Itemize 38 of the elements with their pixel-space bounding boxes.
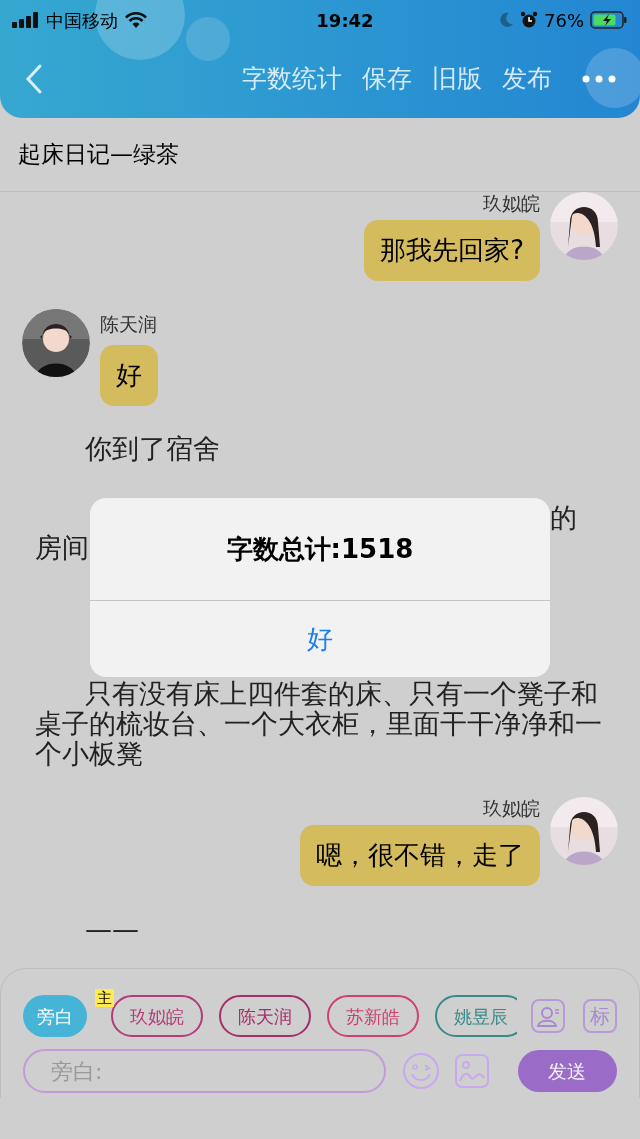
back-icon[interactable] xyxy=(24,63,44,95)
role-chip[interactable]: 陈天润 xyxy=(219,995,311,1037)
speaker-name: 陈天润 xyxy=(100,313,157,335)
nav-action[interactable]: 保存 xyxy=(362,60,412,98)
ok-button[interactable]: 好 xyxy=(90,601,550,677)
tag-button[interactable]: 标 xyxy=(583,999,617,1033)
nav-action[interactable]: 旧版 xyxy=(432,60,482,98)
emoji-icon[interactable] xyxy=(401,1052,440,1090)
role-chip[interactable]: 旁白 xyxy=(23,995,87,1037)
message-bubble: 好 xyxy=(100,345,158,406)
wifi-icon xyxy=(124,11,148,29)
battery-icon xyxy=(590,11,628,29)
nav-action[interactable]: 字数统计 xyxy=(242,60,342,98)
nav-action[interactable]: 发布 xyxy=(502,60,552,98)
speaker-name: 玖姒皖 xyxy=(483,797,540,819)
carrier-name: 中国移动 xyxy=(46,8,118,33)
alarm-icon xyxy=(520,11,538,29)
more-icon[interactable] xyxy=(582,75,616,83)
narration-text: 房间 xyxy=(35,533,89,563)
battery-level: 76% xyxy=(544,8,584,33)
send-button[interactable]: 发送 xyxy=(517,1050,617,1092)
signal-icon xyxy=(12,12,40,28)
role-chip[interactable]: 姚昱辰 xyxy=(435,995,517,1037)
main-role-badge: 主 xyxy=(95,989,114,1007)
narration-text: 的 xyxy=(550,503,578,533)
speaker-name: 玖姒皖 xyxy=(483,192,540,214)
status-time: 19:42 xyxy=(315,8,375,33)
message-bubble: 那我先回家? xyxy=(364,220,540,281)
message-bubble: 嗯，很不错，走了 xyxy=(300,825,540,886)
contact-icon[interactable] xyxy=(531,999,565,1033)
moon-icon xyxy=(498,12,514,28)
narration-text: 你到了宿舍 xyxy=(84,434,221,464)
document-title: 起床日记—绿茶 xyxy=(18,140,179,170)
narration-text: 只有没有床上四件套的床、只有一个凳子和桌子的梳妆台、一个大衣柜，里面干干净净和一个小板凳 xyxy=(34,679,603,769)
role-chip[interactable]: 苏新皓 xyxy=(327,995,419,1037)
image-icon[interactable] xyxy=(453,1053,490,1089)
narration-text: —— xyxy=(84,914,140,944)
dialog-message: 字数总计:1518 xyxy=(225,532,415,566)
